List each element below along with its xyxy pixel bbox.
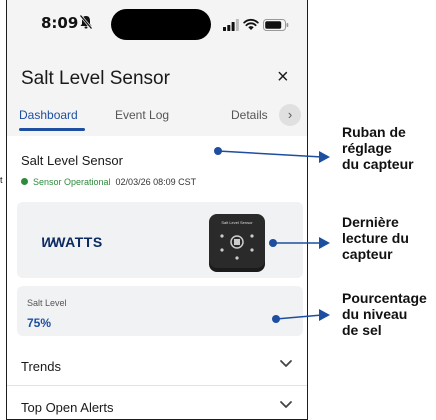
tab-bar: Dashboard Event Log Details ›	[7, 100, 307, 137]
top-open-alerts-label: Top Open Alerts	[21, 400, 114, 415]
trends-section[interactable]: Trends	[7, 349, 307, 386]
page-title: Salt Level Sensor	[21, 68, 170, 89]
sensor-title: Salt Level Sensor	[21, 153, 123, 168]
cropped-edge-text: t	[0, 175, 3, 185]
top-open-alerts-section[interactable]: Top Open Alerts	[7, 390, 307, 419]
salt-sensor-device-image: Salt Level Sensor	[209, 214, 265, 272]
phone-frame: 8:09 Salt Level Sensor × Dashboard Event…	[6, 0, 308, 420]
annotation-last-reading: Dernière lecture du capteur	[342, 214, 409, 262]
tab-event-log[interactable]: Event Log	[115, 108, 169, 122]
annotation-salt-percentage: Pourcentage du niveau de sel	[342, 290, 427, 338]
battery-icon	[263, 19, 289, 31]
dashboard-content: Salt Level Sensor Sensor Operational 02/0…	[7, 136, 307, 419]
status-dot-icon	[21, 178, 28, 185]
salt-level-label: Salt Level	[27, 298, 67, 308]
chevron-down-icon	[280, 401, 292, 408]
sensor-status: Sensor Operational	[33, 177, 111, 187]
watts-logo-mark: W	[41, 234, 54, 250]
status-bar: 8:09	[7, 0, 307, 54]
watts-logo: WWATTS	[41, 234, 103, 250]
trends-label: Trends	[21, 359, 61, 374]
annotation-sensor-ribbon: Ruban de réglage du capteur	[342, 124, 414, 172]
status-time: 8:09	[41, 14, 79, 32]
signal-icon	[223, 19, 239, 31]
close-button[interactable]: ×	[277, 66, 289, 88]
app-header: Salt Level Sensor × Dashboard Event Log …	[7, 54, 307, 137]
tab-dashboard[interactable]: Dashboard	[19, 108, 78, 122]
dynamic-island	[111, 9, 211, 40]
chevron-right-icon: ›	[287, 107, 293, 122]
tab-details[interactable]: Details	[231, 108, 268, 122]
sensor-status-line: Sensor Operational 02/03/26 08:09 CST	[21, 177, 196, 187]
tabs-next-button[interactable]: ›	[279, 104, 301, 126]
watts-logo-text: WATTS	[52, 234, 103, 250]
wifi-icon	[243, 18, 259, 30]
active-tab-indicator	[19, 128, 85, 131]
bell-mute-icon	[79, 14, 93, 30]
salt-level-value: 75%	[27, 316, 52, 330]
sensor-image-card: WWATTS Salt Level Sensor	[17, 202, 303, 278]
device-label: Salt Level Sensor	[221, 220, 253, 225]
chevron-down-icon	[280, 360, 292, 367]
salt-level-card[interactable]: Salt Level 75%	[17, 286, 303, 336]
sensor-timestamp: 02/03/26 08:09 CST	[115, 177, 197, 187]
